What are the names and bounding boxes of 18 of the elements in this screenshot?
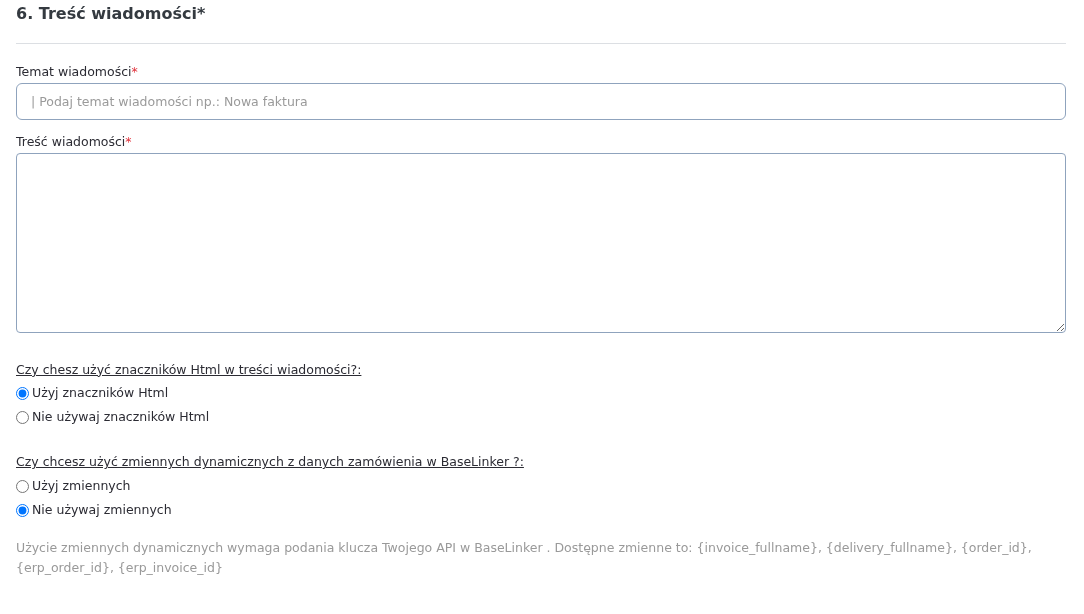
field-label: Temat wiadomości bbox=[16, 64, 132, 80]
radio-button[interactable] bbox=[16, 503, 29, 517]
question-label: Czy chesz użyć znaczników Html w treści wiadomości?: bbox=[16, 360, 363, 379]
field-label: Treść wiadomości bbox=[16, 133, 126, 149]
message-body-field[interactable] bbox=[16, 152, 1066, 333]
radio-button[interactable] bbox=[16, 479, 29, 493]
required-mark: * bbox=[131, 64, 138, 80]
question-label: Czy chcesz użyć zmiennych dynamicznych z danych zamówienia w BaseLinker ?: bbox=[16, 453, 525, 472]
required-mark: * bbox=[125, 133, 132, 149]
radio-button[interactable] bbox=[16, 410, 29, 424]
help-text: Użycie zmiennych dynamicznych wymaga podania klucza Twojego API w BaseLinker . Dostępne zmienne to: {invoice_fullname}, {delivery_fullname}, {order_id}, {erp_order_id}, {erp_invoice_id} bbox=[16, 539, 1033, 578]
section-title: 6. Treść wiadomości* bbox=[16, 4, 207, 25]
radio-label[interactable]: Użyj zmiennych bbox=[32, 476, 131, 496]
radio-button[interactable] bbox=[16, 386, 29, 400]
radio-label[interactable]: Nie używaj znaczników Html bbox=[32, 408, 210, 427]
radio-label[interactable]: Użyj znaczników Html bbox=[32, 384, 169, 403]
subject-field[interactable]: | Podaj temat wiadomości np.: Nowa faktura bbox=[16, 82, 1066, 120]
radio-label[interactable]: Nie używaj zmiennych bbox=[32, 500, 172, 520]
